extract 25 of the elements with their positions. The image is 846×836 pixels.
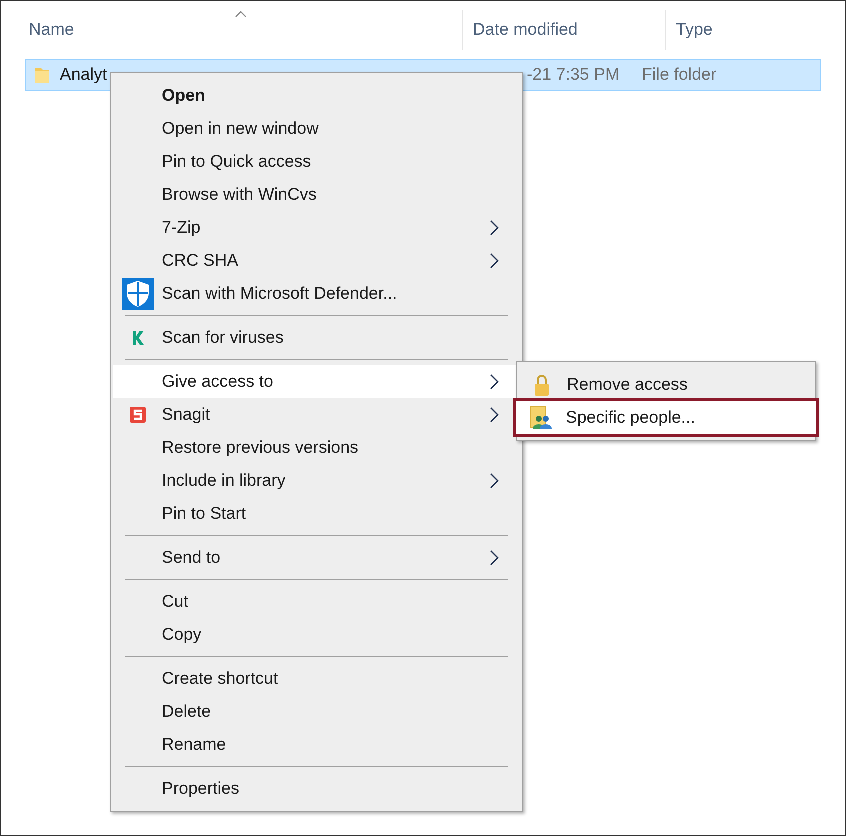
menu-item-label: Snagit: [162, 404, 212, 426]
type-cell: File folder: [642, 65, 717, 84]
menu-item-label: Create shortcut: [162, 668, 280, 690]
menu-item-label: Delete: [162, 700, 212, 723]
file-name: Analyt: [60, 64, 108, 86]
menu-item-label: Send to: [162, 546, 222, 569]
menu-item-label: Rename: [162, 734, 228, 756]
menu-item-label: Copy: [162, 624, 203, 646]
submenu-item-label: Remove access: [567, 374, 688, 396]
submenu-item-label: Specific people...: [566, 406, 696, 429]
menu-item-label: Browse with WinCvs: [162, 184, 318, 206]
menu-item-label: Include in library: [162, 470, 287, 492]
menu-item-label: CRC SHA: [162, 250, 240, 272]
date-cell: -21 7:35 PM: [527, 65, 620, 84]
menu-item-label: Cut: [162, 590, 190, 613]
menu-item-label: Pin to Quick access: [162, 150, 312, 173]
menu-item-label: Pin to Start: [162, 502, 248, 525]
menu-item-label: Scan for viruses: [162, 326, 285, 349]
menu-item-label: Restore previous versions: [162, 436, 360, 459]
menu-item-label: 7-Zip: [162, 216, 202, 239]
menu-item-label: Open: [162, 84, 206, 107]
menu-item-label: Scan with Microsoft Defender...: [162, 282, 398, 305]
menu-item-label: Properties: [162, 778, 240, 800]
menu-item-label: Give access to: [162, 370, 274, 393]
menu-item-label: Open in new window: [162, 118, 320, 140]
